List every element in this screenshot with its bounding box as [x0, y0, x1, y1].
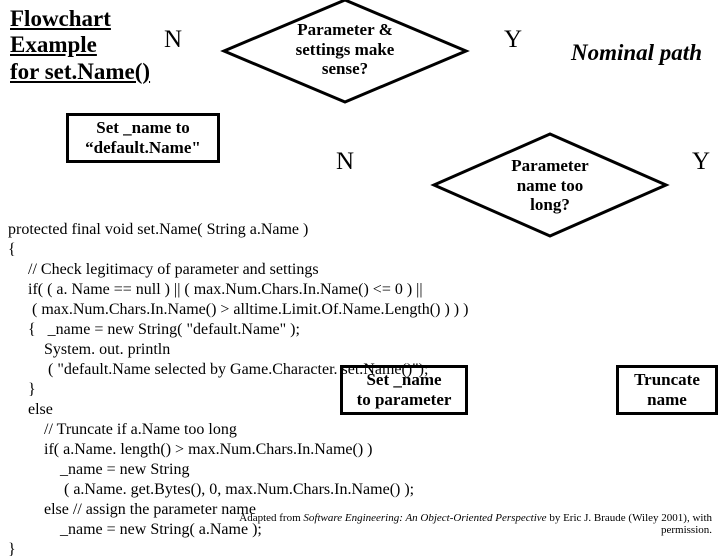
- credit-post: by Eric J. Braude (Wiley 2001), with per…: [547, 512, 712, 536]
- decision1-y: Y: [504, 26, 522, 54]
- decision2-n: N: [336, 148, 354, 176]
- decision2-y: Y: [692, 148, 710, 176]
- box-set-default: Set _name to “default.Name": [66, 113, 220, 163]
- credit-pre: Adapted from: [239, 512, 303, 524]
- credit-line: Adapted from Software Engineering: An Ob…: [200, 512, 712, 536]
- code-listing: protected final void set.Name( String a.…: [8, 220, 468, 560]
- page-title: Flowchart Example for set.Name(): [10, 6, 150, 85]
- credit-title: Software Engineering: An Object-Oriented…: [303, 512, 546, 524]
- decision-name-too-long-text: Parameter name too long?: [500, 156, 600, 215]
- decision1-n: N: [164, 26, 182, 54]
- decision-params-sense-text: Parameter & settings make sense?: [276, 20, 414, 79]
- box-truncate: Truncate name: [616, 365, 718, 415]
- nominal-path-label: Nominal path: [571, 40, 702, 66]
